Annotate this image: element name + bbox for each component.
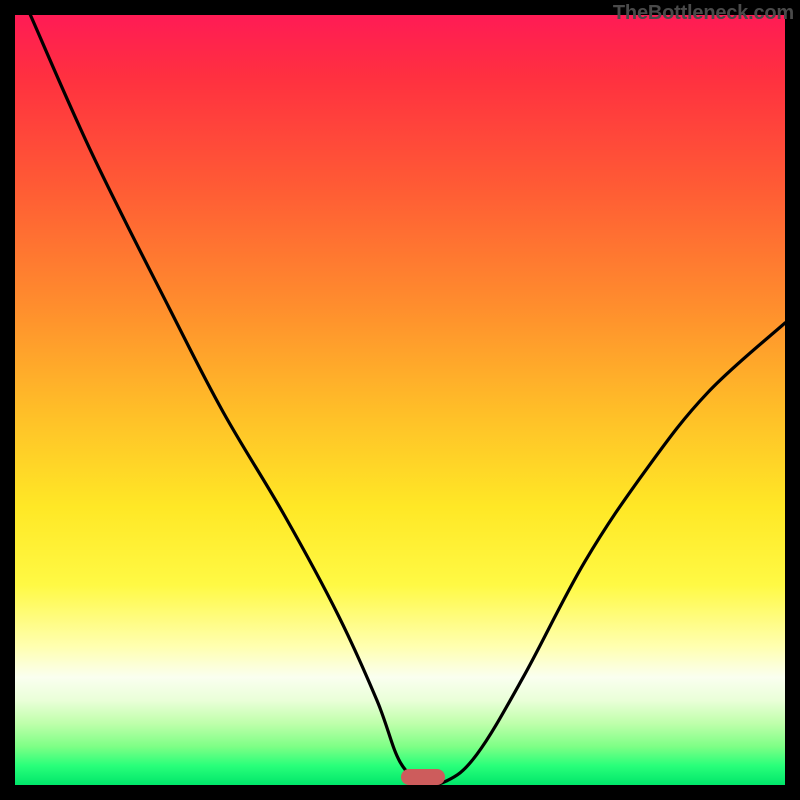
chart-canvas: TheBottleneck.com <box>0 0 800 800</box>
bottleneck-curve <box>15 15 785 785</box>
optimal-marker <box>401 769 445 785</box>
watermark-text: TheBottleneck.com <box>613 2 794 25</box>
plot-area <box>15 15 785 785</box>
